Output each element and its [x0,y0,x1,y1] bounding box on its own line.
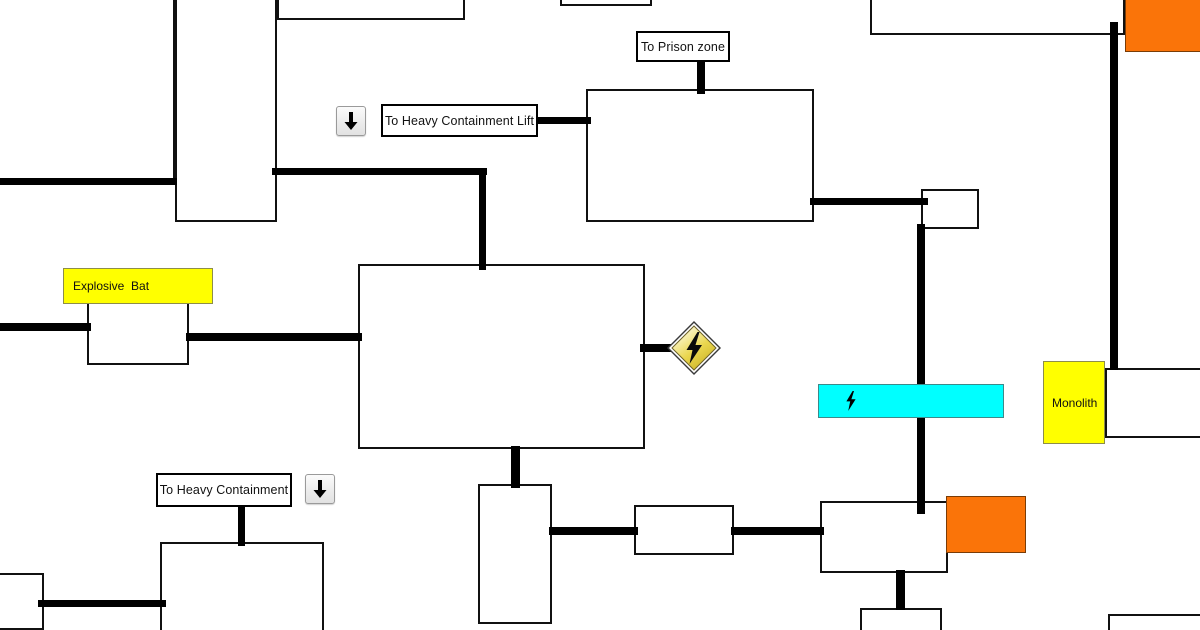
connector-vertical [917,224,925,514]
connector-vertical [1110,22,1118,370]
connector-horizontal [38,600,166,607]
room-box-monolith[interactable] [1105,368,1200,438]
room-box-bottom-right[interactable] [1108,614,1200,630]
label-to-prison-zone[interactable]: To Prison zone [636,31,730,62]
room-box[interactable] [175,0,277,222]
room-box-explosive-bat[interactable] [87,300,189,365]
orange-zone-block-top-right[interactable] [1125,0,1200,52]
connector-horizontal [810,198,928,205]
connector-horizontal [0,178,177,185]
connector-horizontal [731,527,824,535]
connector-horizontal [186,333,362,341]
room-box-mid-lower[interactable] [634,505,734,555]
room-box-bottom-left[interactable] [160,542,324,630]
tag-explosive-bat[interactable]: Explosive Bat [63,268,213,304]
room-box[interactable] [277,0,465,20]
electrical-hazard-icon[interactable] [664,318,724,378]
down-arrow-icon [342,111,360,131]
connector-horizontal [549,527,638,535]
connector-vertical [479,168,486,270]
lightning-bolt-icon [845,391,857,411]
connector-horizontal [533,117,591,124]
down-arrow-button-containment[interactable] [305,474,335,504]
connector-vertical [511,446,520,488]
connector-horizontal [0,323,91,331]
room-box[interactable] [560,0,652,6]
room-box-bottom-center[interactable] [860,608,942,630]
diagram-canvas: Explosive Bat Monolith To Prison zone To… [0,0,1200,630]
connector-vertical [697,60,705,94]
label-to-heavy-containment[interactable]: To Heavy Containment [156,473,292,507]
connector-horizontal [272,168,487,175]
room-box-central[interactable] [358,264,645,449]
power-conduit-bar[interactable] [818,384,1004,418]
down-arrow-icon [311,479,329,499]
orange-zone-block-lower[interactable] [946,496,1026,553]
room-box[interactable] [0,0,175,180]
room-box-tall-lower[interactable] [478,484,552,624]
down-arrow-button-lift[interactable] [336,106,366,136]
connector-vertical [896,570,905,610]
room-box[interactable] [870,0,1125,35]
room-box-small-right[interactable] [921,189,979,229]
room-box-prison-zone[interactable] [586,89,814,222]
tag-monolith[interactable]: Monolith [1043,361,1105,444]
connector-vertical [238,504,245,546]
room-box-lower-right[interactable] [820,501,948,573]
label-to-heavy-containment-lift[interactable]: To Heavy Containment Lift [381,104,538,137]
